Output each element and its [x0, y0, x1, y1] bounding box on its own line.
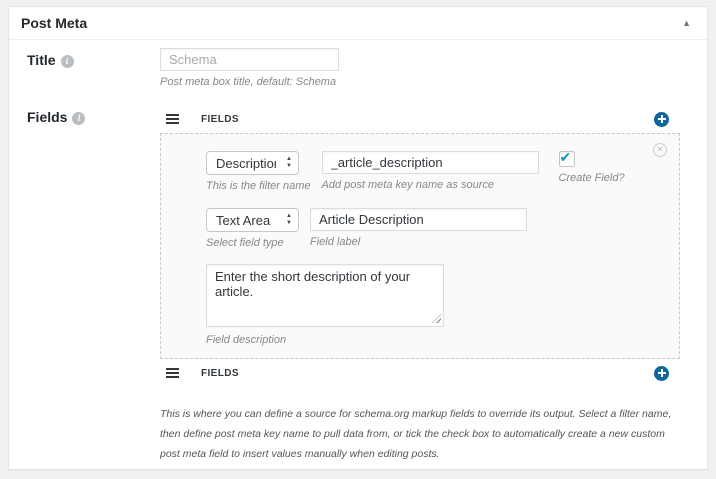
type-select-wrap: Text Area ▲▼ — [206, 208, 299, 232]
fields-repeater-footer: FIELDS — [160, 359, 680, 387]
fields-label: Fieldsi — [19, 105, 160, 464]
title-row: Titlei Post meta box title, default: Sch… — [19, 48, 695, 88]
field-description-help: Field description — [206, 334, 679, 346]
type-label-row: Text Area ▲▼ Select field type Field lab… — [206, 208, 679, 249]
title-label: Titlei — [19, 48, 160, 88]
field-description-group: Enter the short description of your arti… — [206, 264, 444, 327]
drag-handle-icon[interactable] — [166, 368, 179, 378]
field-label-input[interactable] — [310, 208, 527, 231]
meta-key-group: Add post meta key name as source — [322, 151, 539, 191]
panel-header: Post Meta ▲ — [9, 7, 707, 40]
fields-bar-label: FIELDS — [201, 368, 239, 379]
fields-repeater-header: FIELDS — [160, 105, 680, 133]
field-repeater-item: ✕ Description ▲▼ — [160, 133, 680, 359]
title-help-text: Post meta box title, default: Schema — [160, 76, 680, 88]
panel-title: Post Meta — [21, 15, 87, 31]
create-field-group: ✔ Create Field? — [559, 151, 625, 184]
filter-select-group: Description ▲▼ This is the filter name — [206, 151, 311, 192]
info-icon: i — [61, 55, 74, 68]
filter-select-wrap: Description ▲▼ — [206, 151, 299, 175]
create-field-label: Create Field? — [559, 172, 625, 184]
fields-row: Fieldsi FIELDS ✕ — [19, 105, 695, 464]
fields-bar-label: FIELDS — [201, 114, 239, 125]
section-description: This is where you can define a source fo… — [160, 404, 676, 464]
field-label-help: Field label — [310, 236, 527, 248]
collapse-toggle-icon[interactable]: ▲ — [678, 15, 695, 32]
type-select-help: Select field type — [206, 237, 299, 249]
panel-body: Titlei Post meta box title, default: Sch… — [9, 40, 707, 464]
checkmark-icon: ✔ — [560, 149, 572, 165]
title-row-content: Post meta box title, default: Schema — [160, 48, 680, 88]
field-label-group: Field label — [310, 208, 527, 248]
post-meta-panel: Post Meta ▲ Titlei Post meta box title, … — [8, 6, 708, 470]
meta-key-help: Add post meta key name as source — [322, 179, 539, 191]
add-field-icon[interactable] — [654, 366, 669, 381]
field-description-textarea[interactable]: Enter the short description of your arti… — [206, 264, 444, 327]
add-field-icon[interactable] — [654, 112, 669, 127]
field-type-select[interactable]: Text Area — [206, 208, 299, 232]
type-select-group: Text Area ▲▼ Select field type — [206, 208, 299, 249]
remove-field-icon[interactable]: ✕ — [653, 143, 667, 157]
info-icon: i — [72, 112, 85, 125]
meta-key-input[interactable] — [322, 151, 539, 174]
fields-row-content: FIELDS ✕ Description — [160, 105, 680, 464]
filter-select-help: This is the filter name — [206, 180, 311, 192]
title-input[interactable] — [160, 48, 339, 71]
filter-name-select[interactable]: Description — [206, 151, 299, 175]
drag-handle-icon[interactable] — [166, 114, 179, 124]
filter-meta-row: Description ▲▼ This is the filter name A… — [206, 151, 679, 192]
create-field-checkbox[interactable]: ✔ — [559, 151, 575, 167]
